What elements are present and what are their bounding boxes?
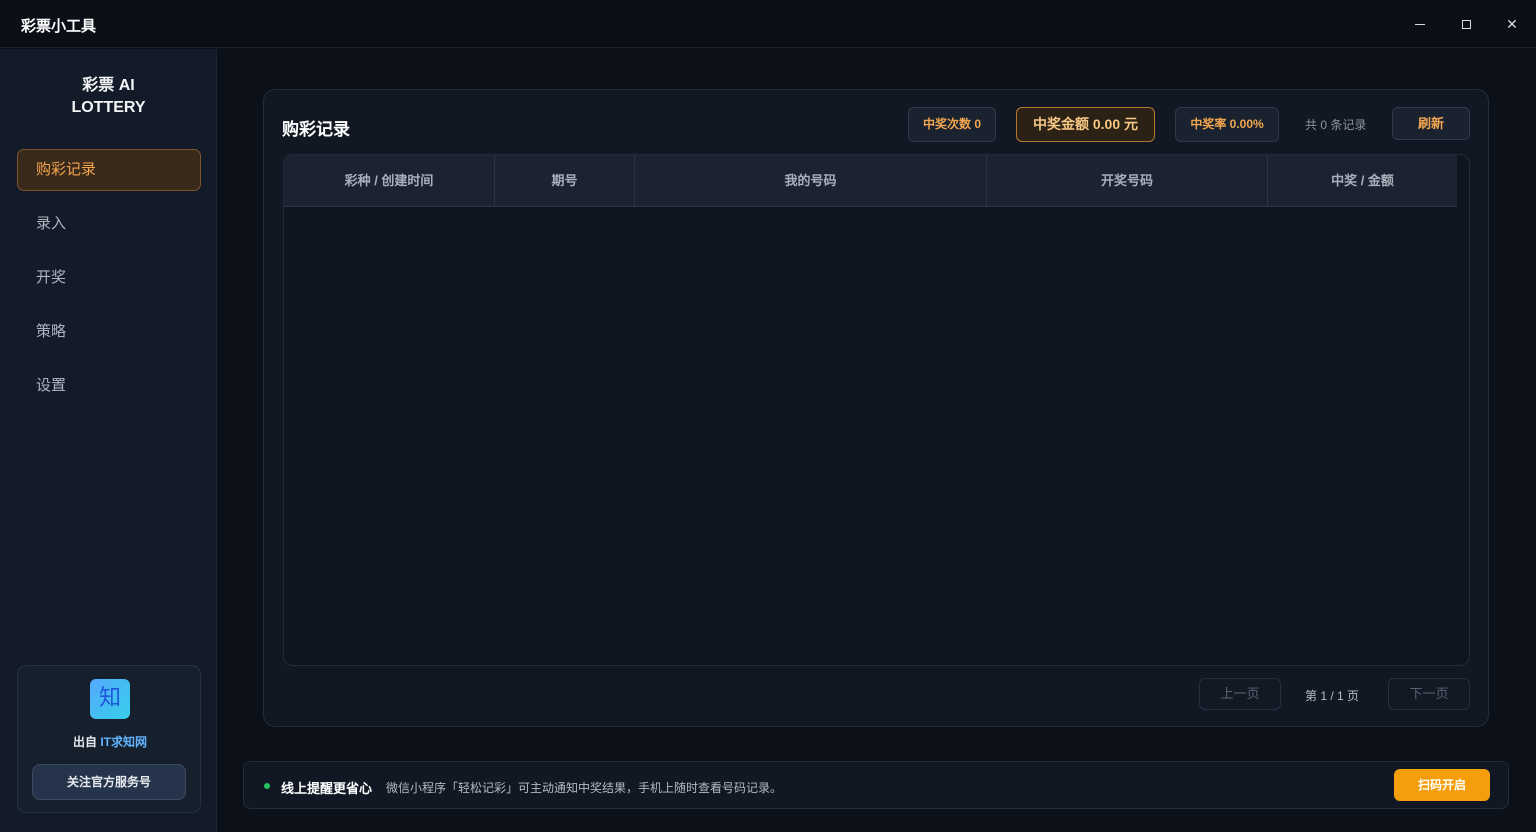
records-panel: 购彩记录 中奖次数 0 中奖金额 0.00 元 中奖率 0.00% 共 0 条记… bbox=[263, 89, 1489, 727]
sidebar-item-label: 开奖 bbox=[36, 269, 67, 286]
minimize-icon bbox=[1415, 24, 1425, 25]
refresh-button[interactable]: 刷新 bbox=[1392, 107, 1470, 140]
follow-official-account-button[interactable]: 关注官方服务号 bbox=[32, 764, 186, 800]
notice-title: 线上提醒更省心 bbox=[281, 781, 373, 796]
notice-bar: 线上提醒更省心 微信小程序「轻松记彩」可主动通知中奖结果，手机上随时查看号码记录… bbox=[243, 761, 1509, 809]
minimize-button[interactable] bbox=[1408, 12, 1432, 36]
sidebar: 彩票 AI LOTTERY 购彩记录 录入 开奖 策略 设置 知 出自 IT求知… bbox=[0, 49, 217, 832]
notice-description: 微信小程序「轻松记彩」可主动通知中奖结果，手机上随时查看号码记录。 bbox=[386, 781, 783, 795]
sidebar-item-label: 购彩记录 bbox=[36, 161, 97, 178]
win-amount-badge: 中奖金额 0.00 元 bbox=[1016, 107, 1155, 142]
column-header-my-numbers[interactable]: 我的号码 bbox=[635, 155, 987, 207]
page-indicator: 第 1 / 1 页 bbox=[1305, 689, 1360, 703]
column-header-draw-numbers[interactable]: 开奖号码 bbox=[987, 155, 1268, 207]
title-bar: 彩票小工具 ✕ bbox=[0, 0, 1536, 48]
column-header-type-time[interactable]: 彩种 / 创建时间 bbox=[284, 155, 495, 207]
sidebar-item-draw-results[interactable]: 开奖 bbox=[17, 257, 201, 299]
column-header-prize-amount[interactable]: 中奖 / 金额 bbox=[1268, 155, 1457, 207]
sidebar-item-label: 设置 bbox=[36, 377, 67, 394]
next-page-button[interactable]: 下一页 bbox=[1388, 678, 1470, 710]
sidebar-item-label: 录入 bbox=[36, 215, 67, 232]
sidebar-item-settings[interactable]: 设置 bbox=[17, 365, 201, 407]
promo-source-prefix: 出自 bbox=[72, 735, 101, 749]
window-title: 彩票小工具 bbox=[21, 18, 97, 35]
scan-enable-button[interactable]: 扫码开启 bbox=[1394, 769, 1490, 801]
sidebar-item-strategy[interactable]: 策略 bbox=[17, 311, 201, 353]
brand-logo-text: 彩票 AI LOTTERY bbox=[0, 75, 217, 119]
sidebar-item-purchase-records[interactable]: 购彩记录 bbox=[17, 149, 201, 191]
status-dot-icon bbox=[264, 783, 270, 789]
total-records-count: 共 0 条记录 bbox=[1305, 118, 1367, 132]
prev-page-button[interactable]: 上一页 bbox=[1199, 678, 1281, 710]
win-count-badge: 中奖次数 0 bbox=[908, 107, 996, 142]
promo-source: 出自 IT求知网 bbox=[18, 733, 202, 750]
page-title: 购彩记录 bbox=[282, 120, 350, 139]
brand-line-2: LOTTERY bbox=[71, 99, 146, 116]
sidebar-item-entry[interactable]: 录入 bbox=[17, 203, 201, 245]
close-button[interactable]: ✕ bbox=[1500, 12, 1524, 36]
win-rate-badge: 中奖率 0.00% bbox=[1175, 107, 1279, 142]
table-header: 彩种 / 创建时间 期号 我的号码 开奖号码 中奖 / 金额 bbox=[284, 155, 1457, 207]
column-header-issue[interactable]: 期号 bbox=[495, 155, 635, 207]
brand-line-1: 彩票 AI bbox=[82, 77, 135, 94]
promo-card: 知 出自 IT求知网 关注官方服务号 bbox=[17, 665, 201, 813]
close-icon: ✕ bbox=[1506, 16, 1518, 32]
sidebar-item-label: 策略 bbox=[36, 323, 67, 340]
promo-source-link[interactable]: IT求知网 bbox=[100, 735, 147, 749]
maximize-icon bbox=[1462, 20, 1471, 29]
maximize-button[interactable] bbox=[1454, 12, 1478, 36]
itqiuzhi-logo-icon: 知 bbox=[90, 679, 130, 719]
records-table: 彩种 / 创建时间 期号 我的号码 开奖号码 中奖 / 金额 bbox=[283, 154, 1470, 666]
